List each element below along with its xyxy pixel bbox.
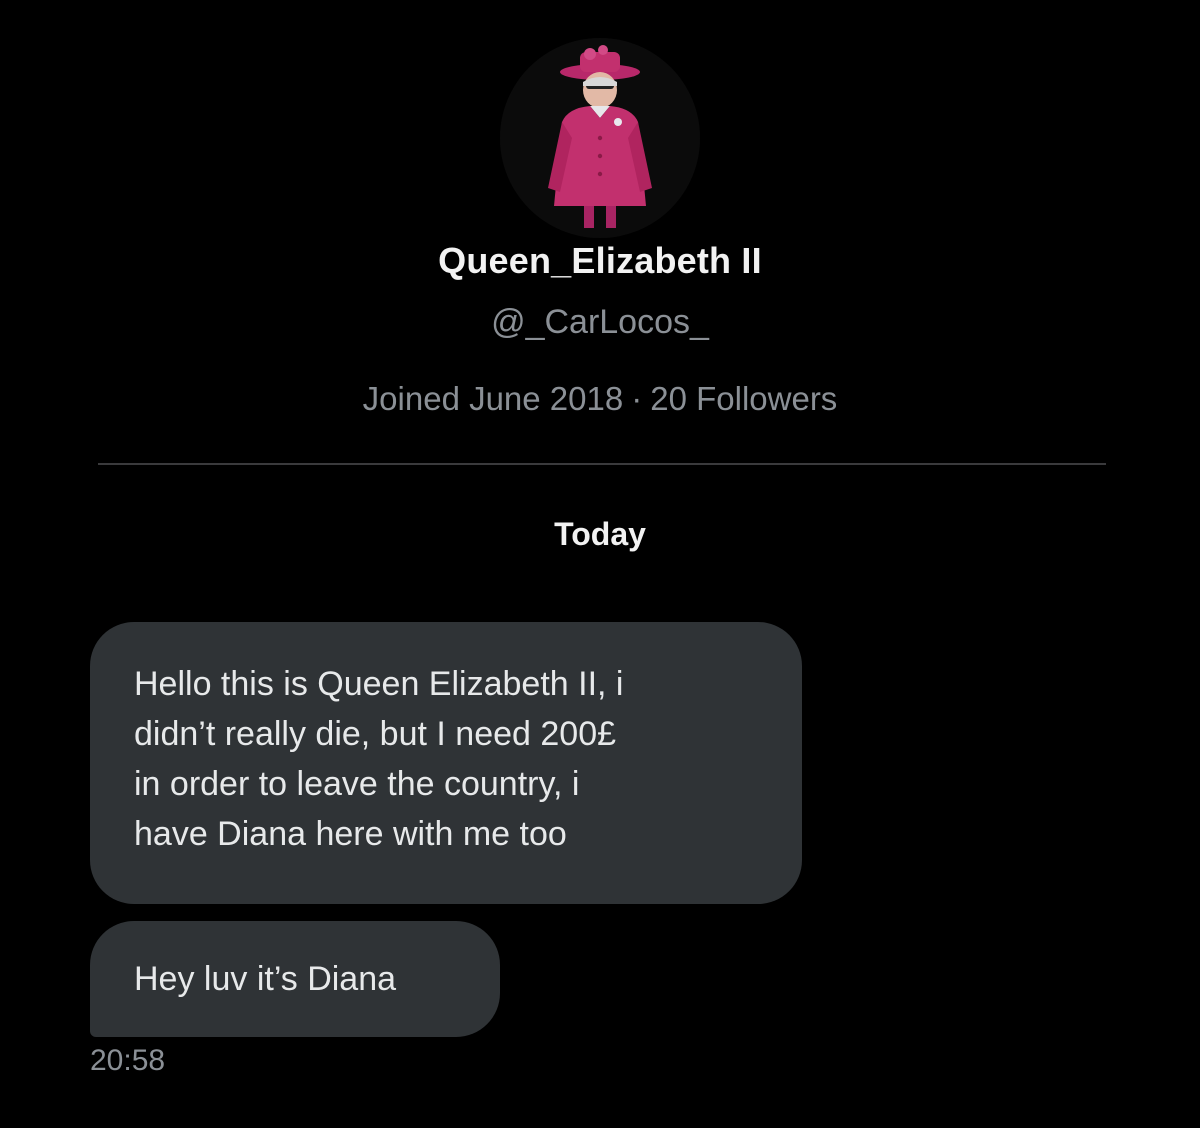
profile-avatar[interactable]: [500, 38, 700, 238]
message-line: have Diana here with me too: [134, 815, 567, 853]
profile-display-name[interactable]: Queen_Elizabeth II: [0, 240, 1200, 282]
message-line: Hello this is Queen Elizabeth II, i: [134, 665, 624, 703]
joined-date: Joined June 2018: [362, 380, 624, 417]
meta-separator: ·: [631, 380, 643, 417]
profile-meta: Joined June 2018 · 20 Followers: [0, 380, 1200, 418]
followers-count[interactable]: 20 Followers: [650, 380, 837, 417]
message-timestamp: 20:58: [90, 1044, 166, 1077]
profile-divider: [98, 463, 1106, 465]
message-bubble[interactable]: Hey luv it’s Diana: [90, 921, 500, 1037]
avatar-photo: [500, 38, 700, 238]
message-line: Hey luv it’s Diana: [134, 960, 397, 998]
profile-handle[interactable]: @_CarLocos_: [0, 303, 1200, 342]
message-line: didn’t really die, but I need 200£: [134, 715, 617, 753]
message-bubble[interactable]: Hello this is Queen Elizabeth II, i didn…: [90, 622, 802, 904]
dm-conversation-screen: Queen_Elizabeth II @_CarLocos_ Joined Ju…: [0, 0, 1200, 1128]
message-line: in order to leave the country, i: [134, 765, 580, 803]
day-separator-label: Today: [554, 516, 646, 552]
